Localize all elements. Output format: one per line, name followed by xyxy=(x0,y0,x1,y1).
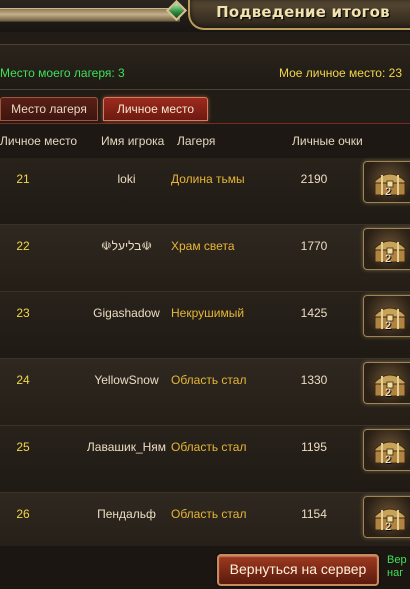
return-to-server-button[interactable]: Вернуться на сервер xyxy=(217,554,379,586)
reward-count: 2 xyxy=(385,387,392,399)
camp-cell: Долина тьмы xyxy=(171,172,245,186)
results-window: Подведение итогов Место моего лагеря: 3 … xyxy=(0,0,410,589)
reward-slot[interactable]: 2 xyxy=(363,295,410,337)
reward-note-line: наг xyxy=(387,567,404,579)
ranking-table: 21 loki Долина тьмы 2190 2 22 ☫בליעל☫ Хр… xyxy=(0,158,410,560)
tab-camp-place[interactable]: Место лагеря xyxy=(0,97,98,121)
footer: Вернуться на сервер Вер наг xyxy=(0,546,410,589)
reward-slot[interactable]: 2 xyxy=(363,496,410,538)
player-name-cell: Лавашик_Ням xyxy=(86,440,167,454)
column-personal-points: Личные очки xyxy=(292,134,363,148)
points-cell: 1154 xyxy=(301,507,327,521)
rank-cell: 21 xyxy=(16,172,30,186)
reward-count: 2 xyxy=(385,454,392,466)
table-row: 25 Лавашик_Ням Область стал 1195 2 xyxy=(0,426,410,493)
table-header: Личное место Имя игрока Лагеря Личные оч… xyxy=(0,124,410,159)
column-personal-place: Личное место xyxy=(0,134,78,148)
rank-cell: 23 xyxy=(16,306,30,320)
window-header: Подведение итогов xyxy=(0,0,410,32)
tab-bar: Место лагеря Личное место xyxy=(0,95,410,125)
reward-slot[interactable]: 2 xyxy=(363,228,410,270)
reward-note-line: Вер xyxy=(387,554,407,566)
reward-count: 2 xyxy=(385,253,392,265)
summary-panel: Место моего лагеря: 3 Мое личное место: … xyxy=(0,44,410,90)
rank-cell: 25 xyxy=(16,440,30,454)
camp-cell: Область стал xyxy=(171,373,247,387)
column-player-name: Имя игрока xyxy=(101,134,165,148)
camp-cell: Область стал xyxy=(171,440,247,454)
table-row: 22 ☫בליעל☫ Храм света 1770 2 xyxy=(0,225,410,292)
title-plate: Подведение итогов xyxy=(188,0,410,30)
rank-cell: 26 xyxy=(16,507,30,521)
reward-count: 2 xyxy=(385,320,392,332)
reward-count: 2 xyxy=(385,521,392,533)
camp-cell: Некрушимый xyxy=(171,306,245,320)
column-camp: Лагеря xyxy=(177,134,216,148)
rank-cell: 22 xyxy=(16,239,30,253)
reward-slot[interactable]: 2 xyxy=(363,362,410,404)
points-cell: 1330 xyxy=(300,373,328,387)
player-name-cell: ☫בליעל☫ xyxy=(100,239,153,253)
camp-cell: Область стал xyxy=(171,507,247,521)
my-personal-place: Мое личное место: 23 xyxy=(278,66,402,80)
player-name-cell: YellowSnow xyxy=(94,373,159,387)
table-row: 21 loki Долина тьмы 2190 2 xyxy=(0,158,410,225)
tab-personal-place[interactable]: Личное место xyxy=(103,97,208,121)
table-row: 24 YellowSnow Область стал 1330 2 xyxy=(0,359,410,426)
points-cell: 1770 xyxy=(300,239,328,253)
reward-slot[interactable]: 2 xyxy=(363,161,410,203)
page-title: Подведение итогов xyxy=(216,3,390,21)
reward-count: 2 xyxy=(385,186,392,198)
header-ornament-bar xyxy=(0,8,180,22)
camp-cell: Храм света xyxy=(171,239,235,253)
my-camp-place: Место моего лагеря: 3 xyxy=(0,66,125,80)
player-name-cell: loki xyxy=(117,172,136,186)
points-cell: 2190 xyxy=(300,172,328,186)
player-name-cell: Пендальф xyxy=(97,507,156,521)
reward-note: Вер наг xyxy=(387,554,410,580)
player-name-cell: Gigashadow xyxy=(93,306,160,320)
points-cell: 1195 xyxy=(301,440,327,454)
table-row: 23 Gigashadow Некрушимый 1425 2 xyxy=(0,292,410,359)
rank-cell: 24 xyxy=(16,373,30,387)
points-cell: 1425 xyxy=(300,306,328,320)
reward-slot[interactable]: 2 xyxy=(363,429,410,471)
